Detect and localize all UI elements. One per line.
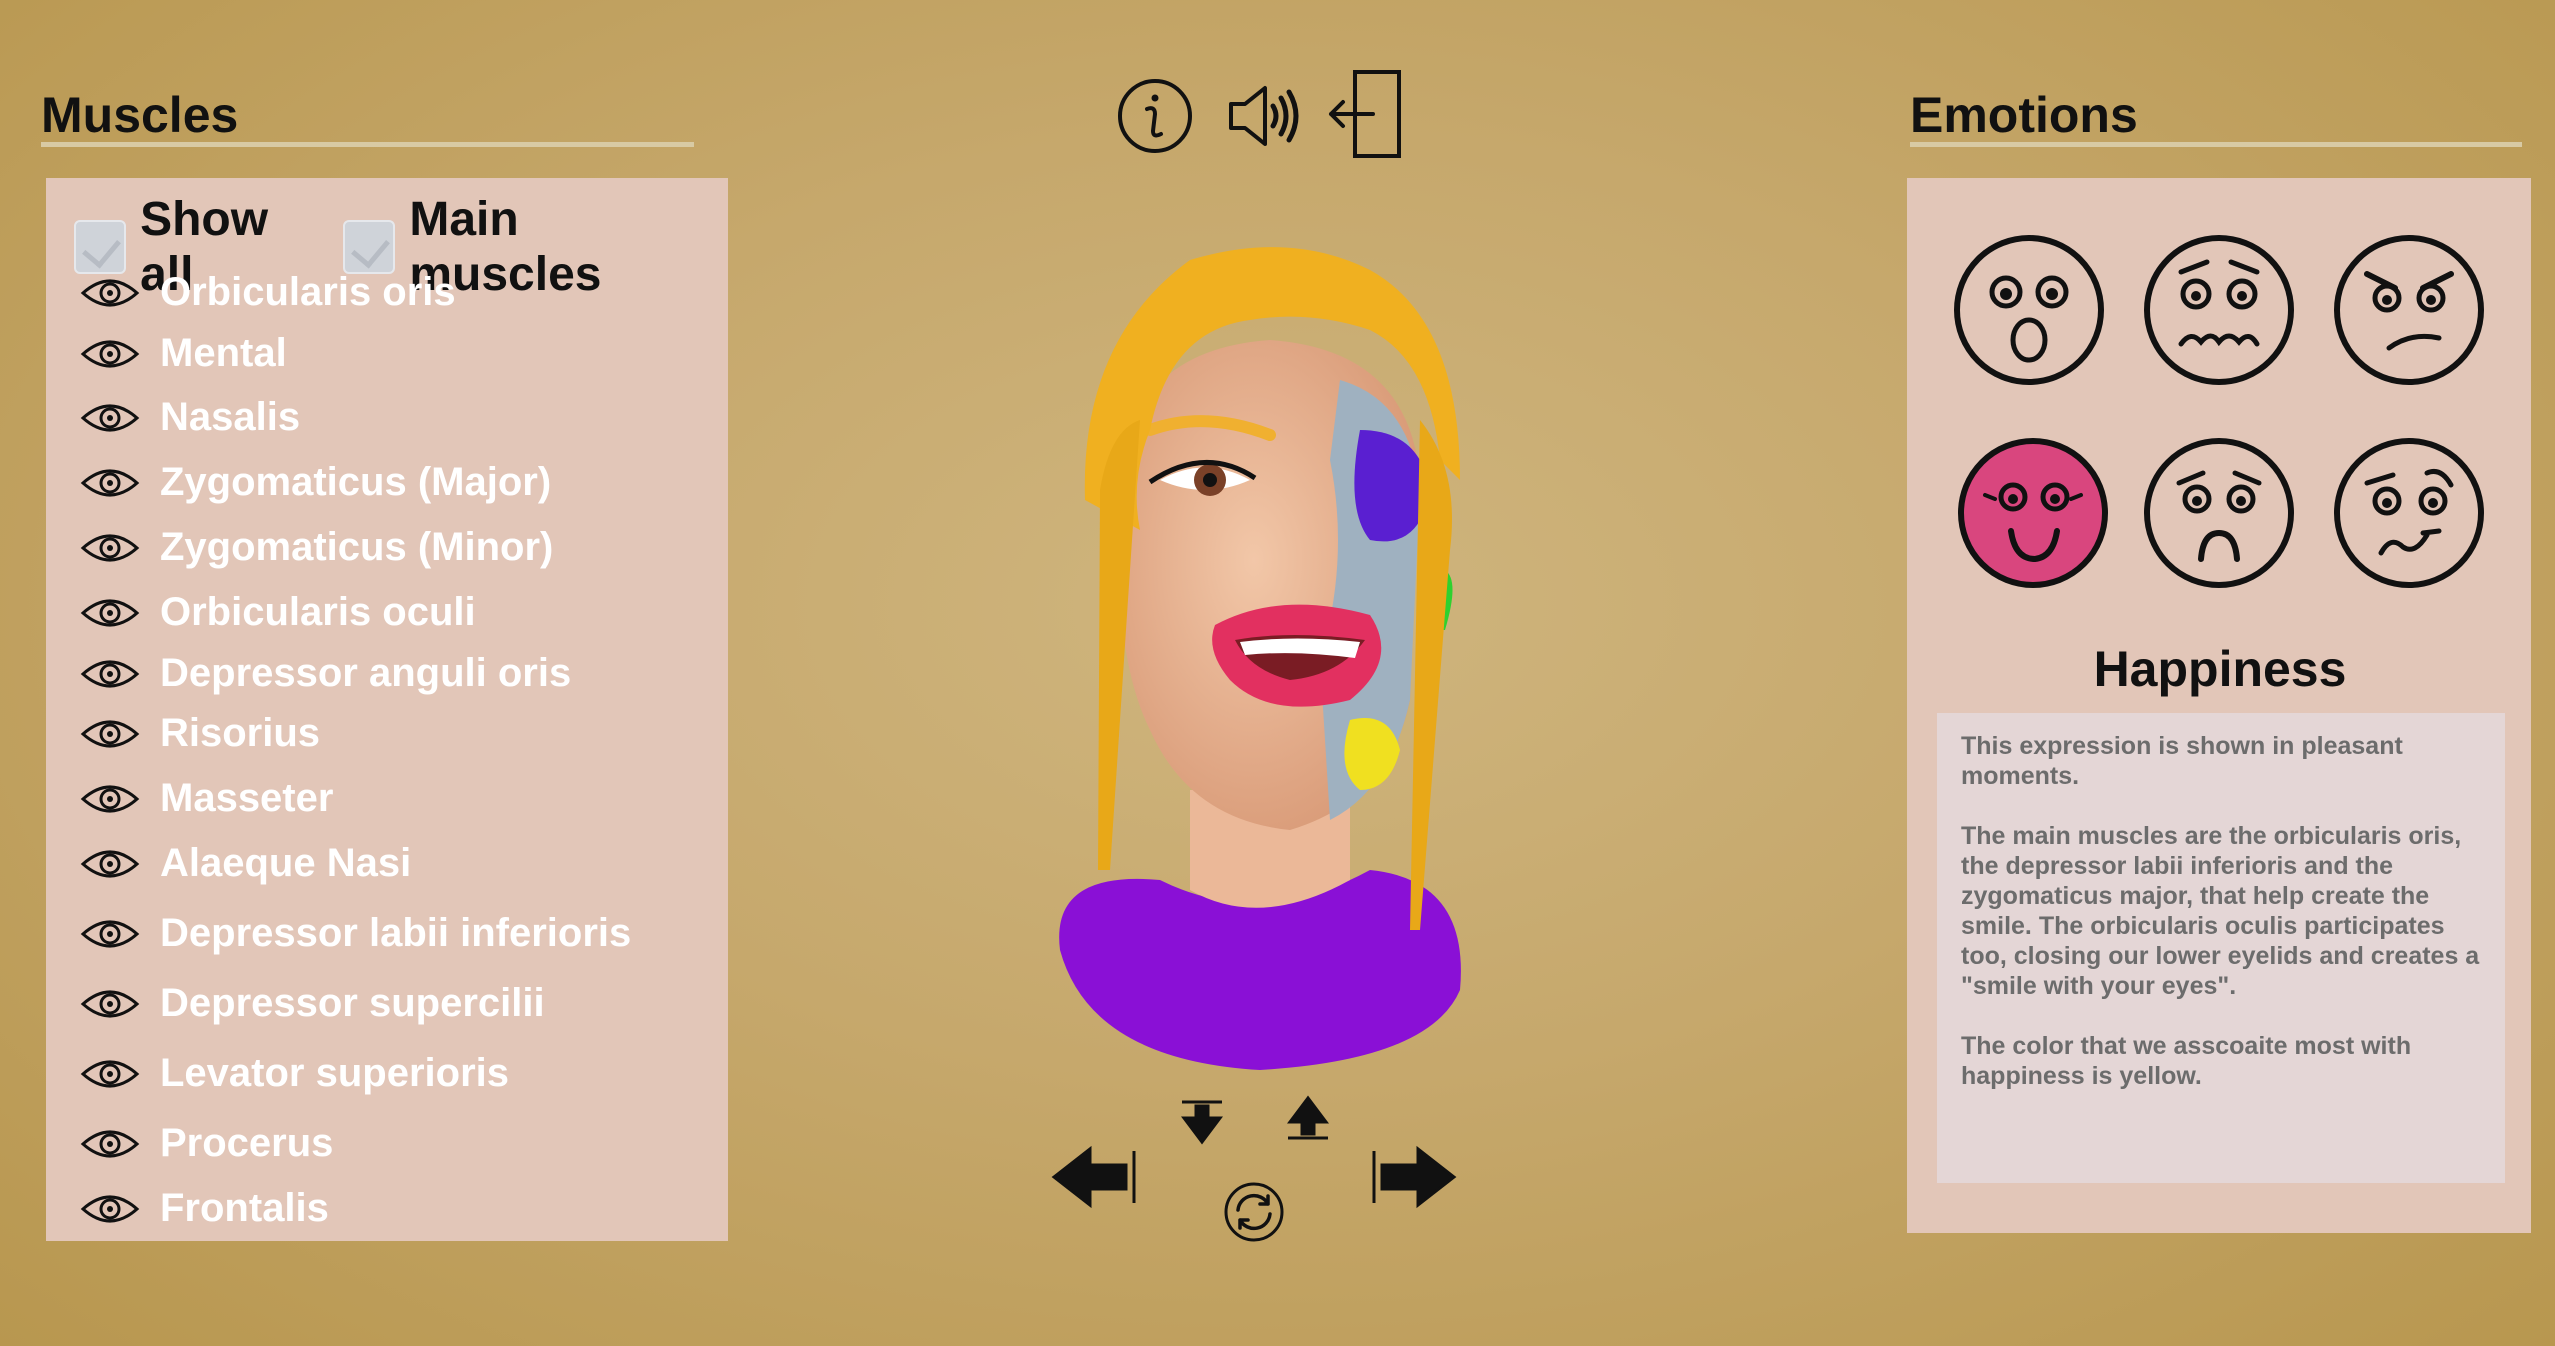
fear-face-icon[interactable] [2141, 232, 2297, 388]
muscle-label: Mental [160, 331, 287, 375]
happiness-face-icon[interactable] [1955, 435, 2111, 591]
muscle-label: Risorius [160, 711, 321, 755]
muscle-label: Depressor labii inferioris [160, 911, 632, 955]
main-muscles-checkbox[interactable] [343, 220, 396, 274]
disgust-face-icon[interactable] [2331, 435, 2487, 591]
muscle-item-mental[interactable]: Mental [80, 331, 287, 376]
muscle-label: Procerus [160, 1121, 334, 1165]
eye-icon[interactable] [80, 398, 140, 438]
arrow-left-icon[interactable] [1050, 1145, 1138, 1209]
eye-icon[interactable] [80, 714, 140, 754]
muscle-item-zygomaticus-minor[interactable]: Zygomaticus (Minor) [80, 525, 553, 570]
muscle-item-levator-superioris[interactable]: Levator superioris [80, 1051, 509, 1096]
muscles-panel: Show all Main muscles Orbicularis oris M… [46, 178, 728, 1241]
eye-icon[interactable] [80, 273, 140, 313]
arrow-right-icon[interactable] [1370, 1145, 1458, 1209]
show-all-checkbox[interactable] [74, 220, 127, 274]
eye-icon[interactable] [80, 334, 140, 374]
emotions-title: Emotions [1910, 87, 2138, 143]
muscle-item-masseter[interactable]: Masseter [80, 776, 333, 821]
muscle-item-frontalis[interactable]: Frontalis [80, 1186, 329, 1231]
muscle-item-alaeque-nasi[interactable]: Alaeque Nasi [80, 841, 411, 886]
muscles-title-rule [41, 142, 694, 147]
description-paragraph: This expression is shown in pleasant mom… [1961, 732, 2403, 790]
muscle-label: Masseter [160, 776, 334, 820]
description-paragraph: The color that we asscoaite most with ha… [1961, 1032, 2412, 1090]
head-model-viewport[interactable] [990, 230, 1530, 1090]
muscle-item-zygomaticus-major[interactable]: Zygomaticus (Major) [80, 460, 551, 505]
surprise-face-icon[interactable] [1951, 232, 2107, 388]
arrow-down-icon[interactable] [1178, 1098, 1226, 1146]
eye-icon[interactable] [80, 914, 140, 954]
emotion-description: This expression is shown in pleasant mom… [1937, 713, 2505, 1183]
muscle-item-orbicularis-oris[interactable]: Orbicularis oris [80, 270, 456, 315]
eye-icon[interactable] [80, 844, 140, 884]
reset-rotation-icon[interactable] [1222, 1180, 1286, 1244]
sadness-face-icon[interactable] [2141, 435, 2297, 591]
eye-icon[interactable] [80, 779, 140, 819]
eye-icon[interactable] [80, 1054, 140, 1094]
muscles-title: Muscles [41, 87, 239, 143]
selected-emotion-title: Happiness [2093, 641, 2347, 697]
anger-face-icon[interactable] [2331, 232, 2487, 388]
muscle-item-nasalis[interactable]: Nasalis [80, 395, 300, 440]
muscle-item-risorius[interactable]: Risorius [80, 711, 320, 756]
eye-icon[interactable] [80, 1124, 140, 1164]
eye-icon[interactable] [80, 528, 140, 568]
muscle-item-orbicularis-oculi[interactable]: Orbicularis oculi [80, 590, 476, 635]
muscle-item-depressor-anguli-oris[interactable]: Depressor anguli oris [80, 651, 571, 696]
muscle-label: Orbicularis oris [160, 270, 456, 314]
muscle-label: Nasalis [160, 395, 301, 439]
muscle-item-procerus[interactable]: Procerus [80, 1121, 333, 1166]
sound-icon[interactable] [1225, 80, 1305, 152]
emotions-title-rule [1910, 142, 2522, 147]
muscle-item-depressor-labii-inferioris[interactable]: Depressor labii inferioris [80, 911, 631, 956]
eye-icon[interactable] [80, 984, 140, 1024]
muscle-label: Zygomaticus (Minor) [160, 525, 554, 569]
muscle-label: Orbicularis oculi [160, 590, 476, 634]
muscle-label: Alaeque Nasi [160, 841, 412, 885]
muscle-label: Depressor supercilii [160, 981, 545, 1025]
muscle-label: Depressor anguli oris [160, 651, 572, 695]
eye-icon[interactable] [80, 654, 140, 694]
description-paragraph: The main muscles are the orbicularis ori… [1961, 822, 2480, 1000]
eye-icon[interactable] [80, 593, 140, 633]
muscle-item-depressor-supercilii[interactable]: Depressor supercilii [80, 981, 545, 1026]
eye-icon[interactable] [80, 463, 140, 503]
muscle-label: Frontalis [160, 1186, 329, 1230]
info-icon[interactable] [1115, 76, 1195, 156]
exit-icon[interactable] [1325, 68, 1405, 160]
muscle-label: Zygomaticus (Major) [160, 460, 552, 504]
arrow-up-icon[interactable] [1284, 1094, 1332, 1142]
muscle-label: Levator superioris [160, 1051, 510, 1095]
eye-icon[interactable] [80, 1189, 140, 1229]
